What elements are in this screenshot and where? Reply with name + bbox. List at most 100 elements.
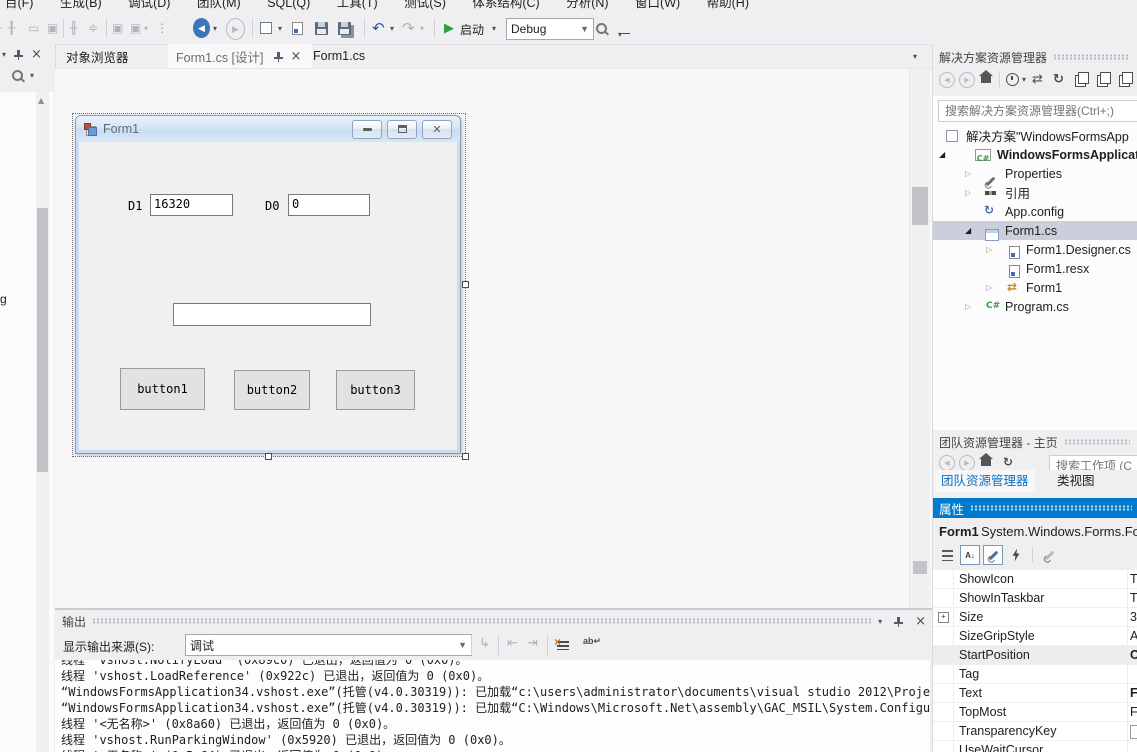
tree-item-programcs[interactable]: ▷ C# Program.cs [933, 297, 1137, 316]
menu-item-team[interactable]: 团队(M) [197, 0, 241, 11]
title-grip-dots[interactable] [1064, 439, 1130, 445]
output-log[interactable]: 线程 'vshost.NotifyLoad' (0x89c0) 已退出，返回值为… [55, 660, 930, 752]
menu-item-sql[interactable]: SQL(Q) [267, 0, 310, 10]
word-wrap-icon[interactable]: ab↵ [583, 636, 601, 647]
collapsed-arrow-icon[interactable]: ▷ [965, 302, 971, 311]
label-d1[interactable]: D1 [128, 199, 142, 213]
property-row[interactable]: SizeGripStyleA [933, 627, 1137, 646]
events-icon[interactable] [1006, 545, 1026, 565]
property-row[interactable]: +Size3 [933, 608, 1137, 627]
tab-form1-code[interactable]: Form1.cs [305, 44, 373, 68]
tree-item-project[interactable]: ◢ C# WindowsFormsApplicati [933, 145, 1137, 164]
property-row[interactable]: TransparencyKey [933, 722, 1137, 741]
collapsed-arrow-icon[interactable]: ▷ [965, 188, 971, 197]
form-close-button[interactable]: ✕ [422, 120, 452, 139]
pin-icon[interactable] [14, 49, 23, 60]
align-center-icon[interactable]: ╂ [8, 18, 15, 38]
tree-item-resx[interactable]: Form1.resx [933, 259, 1137, 278]
form-selection-outline[interactable]: Form1 ✕ D1 16320 D0 0 button1 [72, 113, 466, 457]
start-debug-icon[interactable]: ▶ [444, 18, 454, 38]
property-row[interactable]: ShowIconT [933, 570, 1137, 589]
editor-scrollbar-box[interactable] [913, 561, 927, 574]
properties-window-icon[interactable] [1119, 75, 1130, 87]
categorized-icon[interactable] [937, 545, 957, 565]
designed-form[interactable]: Form1 ✕ D1 16320 D0 0 button1 [75, 115, 461, 454]
menu-item-debug[interactable]: 调试(D) [128, 0, 170, 11]
menu-item-tools[interactable]: 工具(T) [337, 0, 378, 11]
property-pages-icon[interactable] [1039, 545, 1059, 565]
tree-item-references[interactable]: ▷ 引用 [933, 183, 1137, 202]
search-dropdown-icon[interactable]: ▾ [30, 71, 34, 80]
menu-item-architecture[interactable]: 体系结构(C) [472, 0, 539, 11]
collapsed-arrow-icon[interactable]: ▷ [986, 245, 992, 254]
textbox-d0[interactable]: 0 [288, 194, 370, 216]
solution-search-input[interactable] [943, 103, 1137, 119]
scrollbar-thumb[interactable] [37, 208, 48, 472]
te-home-icon[interactable] [981, 459, 991, 466]
expand-size-icon[interactable]: + [938, 612, 949, 623]
tree-item-designer[interactable]: ▷ Form1.Designer.cs [933, 240, 1137, 259]
editor-scrollbar-thumb[interactable] [912, 187, 928, 225]
property-row[interactable]: UseWaitCursor [933, 741, 1137, 752]
sync-view-icon[interactable]: ⇄ [1032, 72, 1043, 87]
form-minimize-button[interactable] [352, 120, 382, 139]
menu-item-file[interactable]: 目(F) [5, 0, 33, 11]
window-position-icon[interactable]: ▾ [2, 50, 6, 59]
solution-search-box[interactable] [938, 100, 1137, 122]
size-to-grid-icon[interactable]: ▭ [28, 18, 39, 38]
scrollbar-up-icon[interactable]: ▲ [38, 96, 44, 105]
tab-form1-design[interactable]: Form1.cs [设计] × [168, 44, 312, 68]
window-position-icon[interactable]: ▾ [878, 617, 882, 626]
work-item-search-input[interactable] [1054, 458, 1137, 470]
new-dropdown-icon[interactable]: ▾ [278, 18, 282, 38]
show-all-files-icon[interactable] [1097, 75, 1108, 87]
clear-all-icon[interactable] [557, 641, 569, 650]
refresh-icon[interactable]: ↻ [1053, 72, 1064, 87]
home-icon[interactable] [981, 76, 991, 83]
redo-icon[interactable]: ↷ [402, 18, 415, 38]
tree-item-form1-class[interactable]: ▷ ⇄ Form1 [933, 278, 1137, 297]
expanded-arrow-icon[interactable]: ◢ [939, 150, 945, 159]
editor-scrollbar-track[interactable] [909, 69, 930, 608]
button1[interactable]: button1 [120, 368, 205, 410]
work-item-search-box[interactable] [1049, 455, 1137, 470]
add-item-icon[interactable] [292, 18, 303, 38]
same-size-icon[interactable]: ▣ [47, 18, 58, 38]
start-debug-label[interactable]: 启动 [460, 21, 484, 41]
save-all-icon[interactable] [338, 18, 351, 38]
se-back-icon[interactable]: ◀ [939, 72, 955, 88]
toolbar-overflow-icon[interactable]: ▾ [618, 24, 630, 44]
panel-tab-team-explorer[interactable]: 团队资源管理器 [935, 470, 1035, 492]
redo-dropdown-icon[interactable]: ▾ [420, 18, 424, 38]
find-in-files-icon[interactable] [596, 18, 607, 38]
tab-pin-icon[interactable] [274, 51, 283, 62]
te-forward-icon[interactable]: ▶ [959, 455, 975, 470]
solution-configurations-combo[interactable]: Debug ▼ [506, 18, 594, 40]
resize-handle-corner[interactable] [462, 453, 469, 460]
bring-front-icon[interactable]: ▣ [112, 18, 123, 38]
te-refresh-icon[interactable]: ↻ [1003, 455, 1013, 469]
collapsed-arrow-icon[interactable]: ▷ [965, 169, 971, 178]
undo-dropdown-icon[interactable]: ▾ [390, 18, 394, 38]
search-icon[interactable] [12, 70, 23, 81]
collapse-all-icon[interactable] [1075, 75, 1086, 87]
close-icon[interactable]: × [915, 615, 926, 628]
menu-item-build[interactable]: 生成(B) [60, 0, 102, 11]
resize-handle-right[interactable] [462, 281, 469, 288]
property-row[interactable]: ShowInTaskbarT [933, 589, 1137, 608]
horiz-spacing-icon[interactable]: ╫ [70, 18, 77, 38]
send-back-icon[interactable]: ▣ [130, 18, 141, 38]
tree-item-appconfig[interactable]: ↻ App.config [933, 202, 1137, 221]
prev-message-icon[interactable]: ⇤ [507, 636, 518, 651]
vert-spacing-icon[interactable]: ≑ [88, 18, 98, 38]
button3[interactable]: button3 [336, 370, 415, 410]
tab-list-dropdown-icon[interactable]: ▾ [913, 52, 917, 61]
button2[interactable]: button2 [234, 370, 310, 410]
output-source-combo[interactable]: 调试 ▼ [185, 634, 472, 656]
navigate-forward-icon[interactable]: ▶ [226, 18, 245, 40]
clock-dropdown-icon[interactable]: ▾ [1022, 75, 1026, 84]
collapsed-arrow-icon[interactable]: ▷ [986, 283, 992, 292]
properties-title-bar[interactable]: 属性 [933, 498, 1137, 518]
new-window-icon[interactable] [260, 18, 272, 38]
next-message-icon[interactable]: ⇥ [527, 636, 538, 651]
